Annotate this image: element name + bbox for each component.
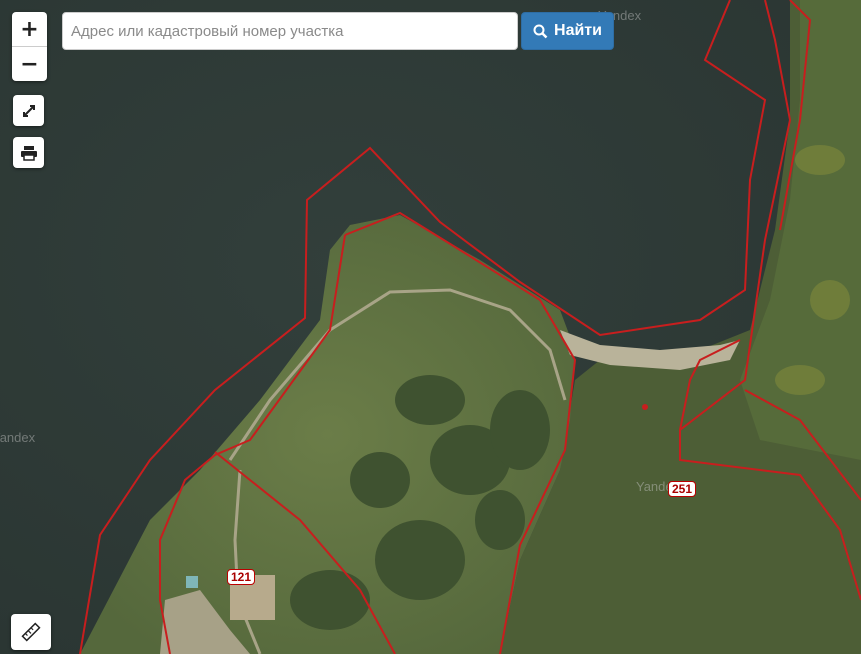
print-icon <box>20 145 37 161</box>
ruler-icon <box>21 622 41 642</box>
print-button[interactable] <box>13 137 44 168</box>
building <box>186 576 198 588</box>
parcel-label-121[interactable]: 121 <box>227 569 256 585</box>
yandex-watermark-left: Yandex <box>0 430 36 445</box>
search-input[interactable] <box>62 12 518 50</box>
fullscreen-icon <box>22 104 35 117</box>
search-button-label: Найти <box>554 22 602 39</box>
zoom-in-button[interactable]: + <box>12 12 47 46</box>
zoom-out-button[interactable]: − <box>12 47 47 81</box>
search-icon <box>533 24 548 38</box>
search-button[interactable]: Найти <box>521 12 614 50</box>
fullscreen-button[interactable] <box>13 95 44 126</box>
parcel-label-251[interactable]: 251 <box>668 481 697 497</box>
ruler-button[interactable] <box>11 614 51 650</box>
zoom-control: + − <box>12 12 47 81</box>
satellite-map[interactable] <box>0 0 861 654</box>
red-marker <box>642 404 648 410</box>
